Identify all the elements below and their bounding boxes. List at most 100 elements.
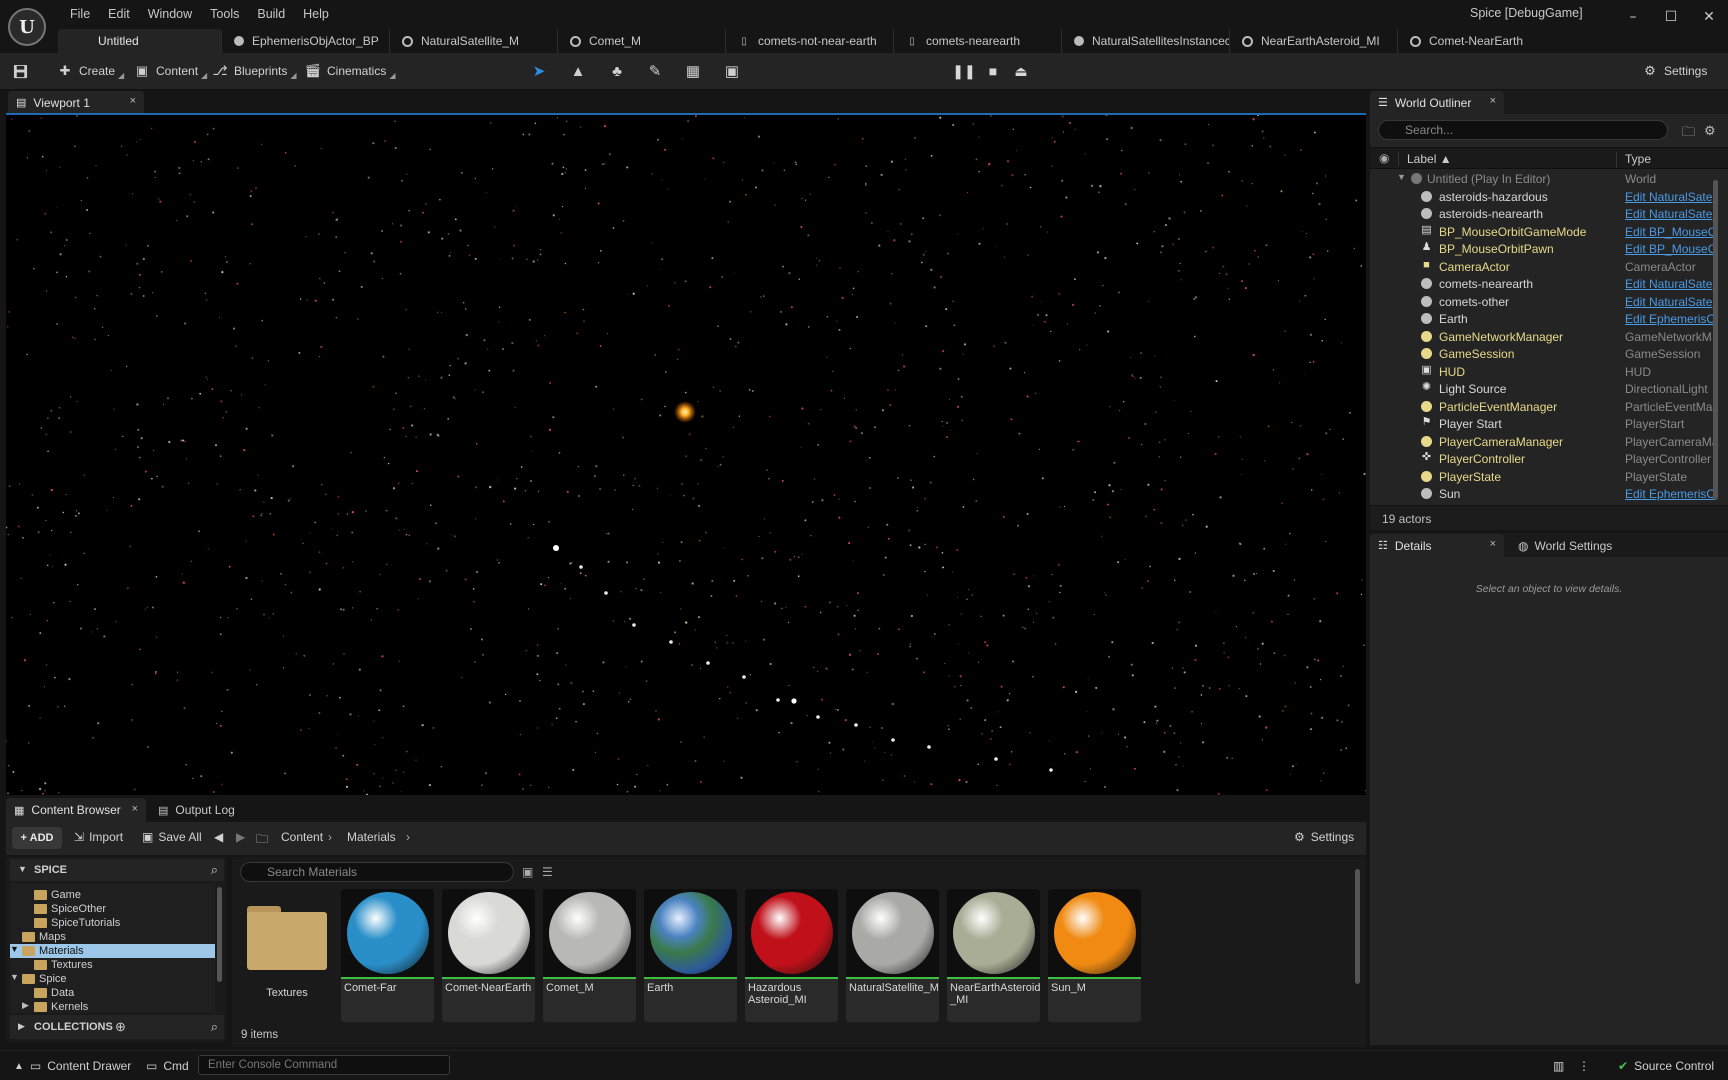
outliner-row[interactable]: GameNetworkManager GameNetworkM [1370, 328, 1720, 346]
eject-icon[interactable]: ⏏ [1012, 62, 1030, 80]
outliner-row[interactable]: PlayerState PlayerState [1370, 468, 1720, 486]
cinematics-button[interactable]: 🎬︎ Cinematics ◢ [305, 60, 396, 82]
tree-item[interactable]: SpiceOther [10, 902, 215, 916]
content-drawer-button[interactable]: ▲ ▭ Content Drawer [14, 1059, 131, 1073]
more-options-icon[interactable]: ⋮ [1578, 1059, 1590, 1073]
world-outliner-tab[interactable]: ☰ World Outliner × [1370, 91, 1504, 114]
doc-tab-comets-nearearth[interactable]: ▯ comets-nearearth [894, 29, 1062, 53]
outliner-row-type-link[interactable]: Edit BP_MouseO [1625, 242, 1720, 256]
collections-header[interactable]: ▶ COLLECTIONS ⊕ ⌕ [10, 1015, 224, 1039]
asset-tile[interactable]: Comet-Far [341, 889, 434, 1022]
settings-button[interactable]: ⚙ Settings [1642, 60, 1707, 82]
create-button[interactable]: ✚ Create ◢ [57, 60, 125, 82]
content-browser-tab[interactable]: ▦ Content Browser × [6, 798, 146, 822]
asset-tile[interactable]: Sun_M [1048, 889, 1141, 1022]
search-materials-input[interactable]: Search Materials [240, 862, 514, 882]
outliner-row[interactable]: ✜ PlayerController PlayerController [1370, 450, 1720, 468]
doc-tab-naturalsatellite[interactable]: NaturalSatellite_M [390, 29, 558, 53]
breadcrumb-separator-icon[interactable]: › [406, 830, 410, 844]
viewport-tab[interactable]: ▤ Viewport 1 × [8, 91, 144, 114]
asset-tile[interactable]: NaturalSatellite_M [846, 889, 939, 1022]
history-back-icon[interactable]: ◀ [214, 830, 223, 844]
chevron-down-icon[interactable]: ▼ [10, 972, 19, 982]
tree-item[interactable]: Game [10, 888, 215, 902]
menu-tools[interactable]: Tools [201, 5, 248, 23]
output-log-tab[interactable]: ▤ Output Log [158, 798, 235, 822]
outliner-row-type-link[interactable]: Edit NaturalSate [1625, 277, 1720, 291]
outliner-row-type-link[interactable]: Edit NaturalSate [1625, 295, 1720, 309]
tree-item[interactable]: Data [10, 986, 215, 1000]
tree-item[interactable]: ▼ Spice [10, 972, 215, 986]
menu-window[interactable]: Window [139, 5, 201, 23]
minimize-button[interactable]: – [1614, 0, 1652, 34]
breadcrumb-materials[interactable]: Materials [347, 830, 396, 844]
tree-item[interactable]: SpiceTutorials [10, 916, 215, 930]
spice-header[interactable]: ▼ SPICE ⌕ [10, 859, 224, 881]
tree-item[interactable]: ▼ Materials [10, 944, 215, 958]
modeling-mode-icon[interactable]: ▦ [684, 62, 702, 80]
outliner-row[interactable]: ▤ BP_MouseOrbitGameMode Edit BP_MouseO [1370, 223, 1720, 241]
menu-help[interactable]: Help [294, 5, 338, 23]
asset-tile[interactable]: Hazardous Asteroid_MI [745, 889, 838, 1022]
outliner-row[interactable]: comets-nearearth Edit NaturalSate [1370, 275, 1720, 293]
viewport[interactable] [6, 115, 1366, 795]
doc-tab-comets-not-near-earth[interactable]: ▯ comets-not-near-earth [726, 29, 894, 53]
add-button[interactable]: + ADD [12, 827, 62, 849]
outliner-row-type-link[interactable]: Edit NaturalSate [1625, 190, 1720, 204]
doc-tab-comet-m[interactable]: Comet_M [558, 29, 726, 53]
outliner-row-type-link[interactable]: Edit EphemerisO [1625, 487, 1720, 501]
save-button[interactable] [12, 60, 34, 82]
world-settings-tab[interactable]: ◍ World Settings [1518, 534, 1612, 557]
close-icon[interactable]: × [130, 95, 136, 107]
doc-tab-ephemeris[interactable]: EphemerisObjActor_BP [222, 29, 390, 53]
outliner-row[interactable]: asteroids-nearearth Edit NaturalSate [1370, 205, 1720, 223]
outliner-row-type-link[interactable]: Edit EphemerisO [1625, 312, 1720, 326]
derived-data-icon[interactable]: ▥ [1553, 1059, 1564, 1073]
asset-tile[interactable]: NearEarthAsteroid _MI [947, 889, 1040, 1022]
outliner-row[interactable]: Earth Edit EphemerisO [1370, 310, 1720, 328]
outliner-row-type-link[interactable]: Edit NaturalSate [1625, 207, 1720, 221]
close-icon[interactable]: × [1490, 538, 1496, 550]
outliner-row[interactable]: ■ CameraActor CameraActor [1370, 258, 1720, 276]
tree-item[interactable]: Textures [10, 958, 215, 972]
outliner-scrollbar[interactable] [1713, 180, 1718, 500]
chevron-down-icon[interactable]: ▼ [10, 944, 19, 954]
close-icon[interactable]: × [132, 803, 138, 815]
menu-file[interactable]: File [61, 5, 99, 23]
breadcrumb-content[interactable]: Content [281, 830, 323, 844]
stop-icon[interactable]: ■ [984, 62, 1002, 80]
search-icon[interactable]: ⌕ [211, 1019, 218, 1035]
tree-item[interactable]: ▶ Kernels [10, 1000, 215, 1013]
add-folder-icon[interactable]: 🗀︎ [1682, 123, 1695, 145]
content-button[interactable]: ▣ Content ◢ [134, 60, 207, 82]
asset-tile[interactable]: Comet-NearEarth [442, 889, 535, 1022]
outliner-row[interactable]: comets-other Edit NaturalSate [1370, 293, 1720, 311]
close-window-button[interactable]: ✕ [1690, 0, 1728, 34]
menu-build[interactable]: Build [248, 5, 294, 23]
outliner-row[interactable]: ▣ HUD HUD [1370, 363, 1720, 381]
type-column-header[interactable]: Type [1616, 152, 1651, 168]
maximize-button[interactable]: ☐ [1652, 0, 1690, 34]
chevron-down-icon[interactable]: ▼ [18, 864, 27, 874]
outliner-row[interactable]: ♟ BP_MouseOrbitPawn Edit BP_MouseO [1370, 240, 1720, 258]
cb-settings-button[interactable]: ⚙ Settings [1294, 830, 1354, 844]
outliner-row[interactable]: GameSession GameSession [1370, 345, 1720, 363]
asset-tile[interactable]: Comet_M [543, 889, 636, 1022]
doc-tab-naturalsatellitesinstanced[interactable]: NaturalSatellitesInstancec [1062, 29, 1230, 53]
details-tab[interactable]: ☷ Details × [1370, 534, 1504, 557]
search-icon[interactable]: ⌕ [211, 862, 218, 878]
doc-tab-comet-nearearth[interactable]: Comet-NearEarth [1398, 29, 1556, 53]
label-column-header[interactable]: Label ▲ [1398, 152, 1452, 166]
outliner-row-world[interactable]: ▼ Untitled (Play In Editor) World [1370, 170, 1720, 188]
chevron-down-icon[interactable]: ▼ [1397, 172, 1406, 182]
add-collection-icon[interactable]: ⊕ [115, 1019, 126, 1035]
chevron-right-icon[interactable]: ▶ [22, 1000, 29, 1011]
save-all-button[interactable]: ▣ Save All [142, 830, 202, 844]
gear-icon[interactable]: ⚙ [1704, 123, 1716, 139]
doc-tab-untitled[interactable]: Untitled [58, 29, 222, 53]
save-search-icon[interactable]: ▣ [522, 865, 533, 879]
visibility-eye-icon[interactable]: ◉ [1379, 151, 1389, 165]
close-icon[interactable]: × [1490, 95, 1496, 107]
select-mode-icon[interactable]: ➤ [530, 62, 548, 80]
asset-tile[interactable]: Earth [644, 889, 737, 1022]
